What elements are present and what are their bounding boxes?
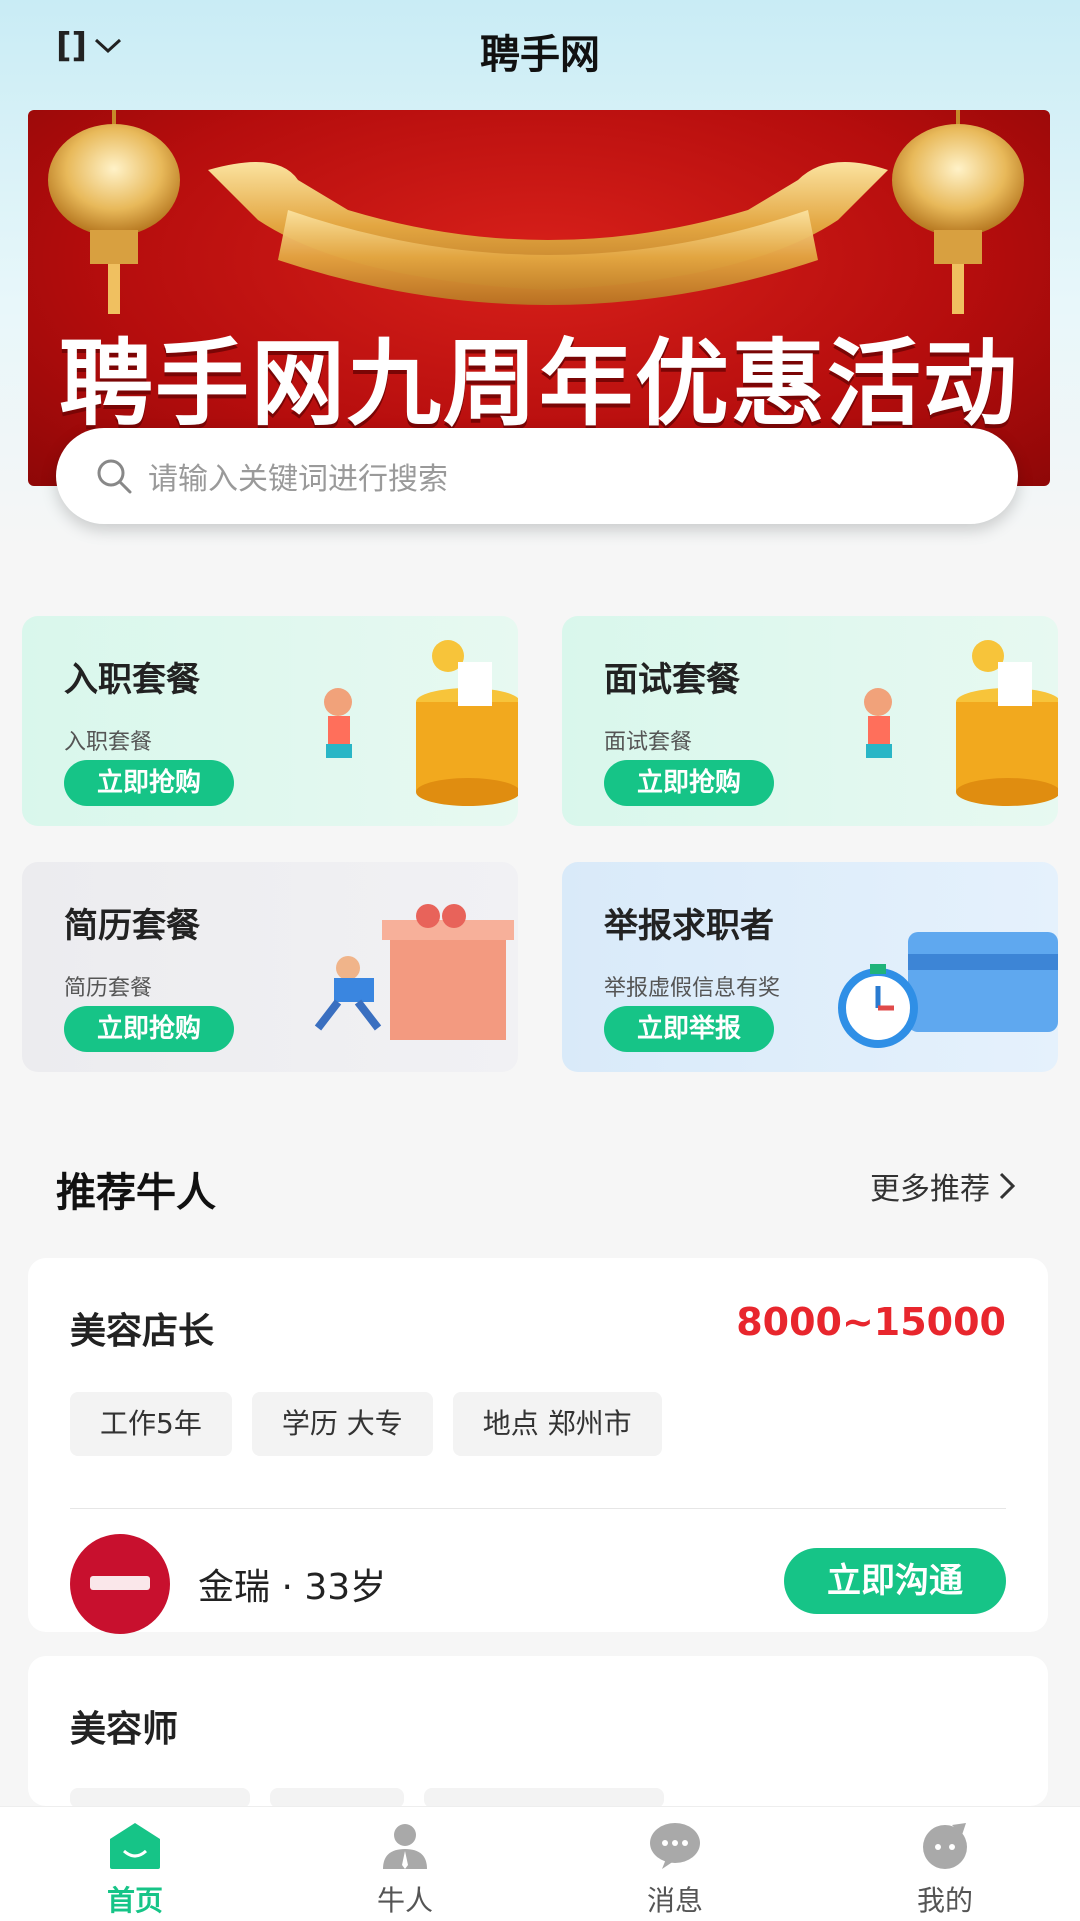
more-recommend-link[interactable]: 更多推荐: [870, 1164, 1016, 1208]
tag-location: 地点 郑州市: [452, 1392, 662, 1456]
card-title: 简历套餐: [64, 906, 200, 946]
tab-home[interactable]: 首页: [0, 1807, 270, 1921]
tab-talents[interactable]: 牛人: [270, 1807, 540, 1921]
more-recommend-label: 更多推荐: [870, 1172, 990, 1207]
card-subtitle: 举报虚假信息有奖: [604, 976, 781, 1001]
chevron-right-icon: [999, 1172, 1016, 1200]
message-icon: [650, 1823, 700, 1869]
search-bar[interactable]: 请输入关键词进行搜索: [56, 428, 1018, 524]
card-title: 入职套餐: [64, 660, 200, 700]
tag-placeholder: [424, 1788, 664, 1808]
card-title: 面试套餐: [604, 660, 740, 700]
chat-now-button[interactable]: 立即沟通: [784, 1548, 1006, 1614]
tab-label: 首页: [106, 1884, 163, 1917]
tag-education: 学历 大专: [251, 1392, 433, 1456]
candidate-tags: 工作5年 学历 大专 地点 郑州市: [70, 1392, 662, 1456]
person-icon: [383, 1824, 427, 1869]
tab-label: 消息: [646, 1884, 703, 1917]
avatar: [70, 1534, 170, 1634]
report-now-button[interactable]: 立即举报: [604, 1006, 774, 1052]
clock-card-illustration: [838, 932, 1058, 1048]
profile-icon: [923, 1823, 967, 1869]
buy-now-button[interactable]: 立即抢购: [64, 760, 234, 806]
package-card-onboarding[interactable]: 入职套餐 入职套餐 立即抢购: [22, 616, 518, 826]
candidate-tags: [70, 1788, 664, 1808]
tab-messages[interactable]: 消息: [540, 1807, 810, 1921]
candidate-card[interactable]: 美容店长 8000~15000 工作5年 学历 大专 地点 郑州市 金瑞 · 3…: [28, 1258, 1048, 1634]
bottom-tab-bar: 首页 牛人 消息 我的: [0, 1806, 1080, 1921]
card-subtitle: 面试套餐: [604, 730, 693, 755]
buy-now-button[interactable]: 立即抢购: [604, 760, 774, 806]
section-title: 推荐牛人: [56, 1170, 216, 1216]
search-icon: [97, 459, 132, 494]
coins-illustration: [864, 640, 1058, 806]
candidate-name-age: 金瑞 · 33岁: [198, 1567, 387, 1608]
coins-illustration: [324, 640, 518, 806]
tab-label: 我的: [916, 1884, 973, 1917]
page-title: 聘手网: [480, 32, 600, 78]
job-title: 美容师: [70, 1709, 179, 1750]
header: [] 聘手网: [0, 0, 1080, 100]
card-subtitle: 简历套餐: [64, 976, 153, 1001]
gift-box-illustration: [314, 904, 514, 1040]
home-icon: [110, 1823, 160, 1869]
candidate-card[interactable]: 美容师: [28, 1656, 1048, 1808]
lantern-left: [48, 110, 180, 314]
tab-label: 牛人: [376, 1884, 433, 1917]
package-card-resume[interactable]: 简历套餐 简历套餐 立即抢购: [22, 862, 518, 1072]
tag-placeholder: [70, 1788, 250, 1808]
card-title: 举报求职者: [604, 906, 774, 946]
job-title: 美容店长: [70, 1311, 215, 1352]
lantern-right: [892, 110, 1024, 314]
report-card[interactable]: 举报求职者 举报虚假信息有奖 立即举报: [562, 862, 1058, 1072]
buy-now-button[interactable]: 立即抢购: [64, 1006, 234, 1052]
divider: [70, 1508, 1006, 1509]
banner-headline: 聘手网九周年优惠活动: [58, 330, 1019, 439]
tab-mine[interactable]: 我的: [810, 1807, 1080, 1921]
card-subtitle: 入职套餐: [64, 730, 153, 755]
package-card-interview[interactable]: 面试套餐 面试套餐 立即抢购: [562, 616, 1058, 826]
tag-placeholder: [270, 1788, 404, 1808]
salary-range: 8000~15000: [736, 1300, 1006, 1344]
search-input[interactable]: 请输入关键词进行搜索: [148, 454, 448, 498]
avatar-logo-icon: [90, 1576, 150, 1590]
tag-experience: 工作5年: [70, 1392, 232, 1456]
